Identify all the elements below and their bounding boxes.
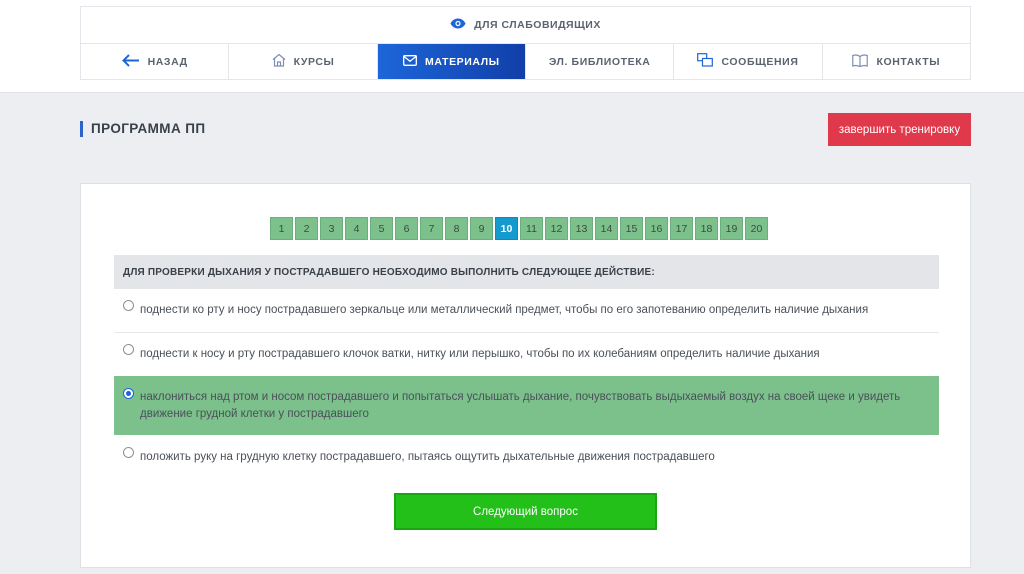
low-vision-toggle[interactable]: ДЛЯ СЛАБОВИДЯЩИХ: [80, 6, 971, 43]
page-button-10[interactable]: 10: [495, 217, 518, 240]
house-icon: [272, 53, 286, 70]
answer-text: поднести ко рту и носу пострадавшего зер…: [140, 303, 869, 316]
page-button-5[interactable]: 5: [370, 217, 393, 240]
next-question-button[interactable]: Следующий вопрос: [394, 493, 657, 530]
radio-button-selected[interactable]: [123, 388, 134, 399]
page-button-18[interactable]: 18: [695, 217, 718, 240]
eye-icon: [450, 18, 466, 32]
page-button-16[interactable]: 16: [645, 217, 668, 240]
divider: [114, 332, 939, 333]
page-button-11[interactable]: 11: [520, 217, 543, 240]
nav-back[interactable]: НАЗАД: [81, 44, 230, 79]
question-pager: 1 2 3 4 5 6 7 8 9 10 11 12 13 14 15 16 1…: [270, 217, 768, 240]
page-button-17[interactable]: 17: [670, 217, 693, 240]
page-button-1[interactable]: 1: [270, 217, 293, 240]
header: ДЛЯ СЛАБОВИДЯЩИХ НАЗАД КУРСЫ МАТЕРИАЛЫ Э…: [0, 0, 1024, 92]
answer-option-2[interactable]: поднести к носу и рту пострадавшего клоч…: [114, 340, 939, 368]
main-nav: НАЗАД КУРСЫ МАТЕРИАЛЫ ЭЛ. БИБЛИОТЕКА СОО…: [80, 43, 971, 80]
low-vision-label: ДЛЯ СЛАБОВИДЯЩИХ: [474, 19, 601, 31]
nav-courses[interactable]: КУРСЫ: [229, 44, 378, 79]
page-button-3[interactable]: 3: [320, 217, 343, 240]
radio-button[interactable]: [123, 300, 134, 311]
page-button-15[interactable]: 15: [620, 217, 643, 240]
arrow-left-icon: [121, 53, 140, 70]
answer-text: поднести к носу и рту пострадавшего клоч…: [140, 347, 820, 360]
nav-materials[interactable]: МАТЕРИАЛЫ: [377, 44, 526, 79]
answer-text: наклониться над ртом и носом пострадавше…: [140, 390, 901, 420]
page-title: ПРОГРАММА ПП: [80, 121, 205, 137]
page-button-2[interactable]: 2: [295, 217, 318, 240]
page-button-12[interactable]: 12: [545, 217, 568, 240]
envelope-icon: [403, 54, 417, 69]
answer-option-3[interactable]: наклониться над ртом и носом пострадавше…: [114, 376, 939, 435]
radio-button[interactable]: [123, 344, 134, 355]
page-button-9[interactable]: 9: [470, 217, 493, 240]
messages-icon: [697, 53, 714, 70]
page-button-4[interactable]: 4: [345, 217, 368, 240]
page-button-20[interactable]: 20: [745, 217, 768, 240]
nav-messages[interactable]: СООБЩЕНИЯ: [674, 44, 823, 79]
nav-contacts[interactable]: КОНТАКТЫ: [823, 44, 970, 79]
question-text: ДЛЯ ПРОВЕРКИ ДЫХАНИЯ У ПОСТРАДАВШЕГО НЕО…: [114, 255, 939, 289]
page-button-7[interactable]: 7: [420, 217, 443, 240]
answer-option-4[interactable]: положить руку на грудную клетку пострада…: [114, 443, 939, 471]
answer-option-1[interactable]: поднести ко рту и носу пострадавшего зер…: [114, 296, 939, 324]
quiz-card: 1 2 3 4 5 6 7 8 9 10 11 12 13 14 15 16 1…: [80, 183, 971, 568]
page-button-19[interactable]: 19: [720, 217, 743, 240]
page-button-13[interactable]: 13: [570, 217, 593, 240]
page-button-6[interactable]: 6: [395, 217, 418, 240]
page-button-14[interactable]: 14: [595, 217, 618, 240]
finish-training-button[interactable]: завершить тренировку: [828, 113, 971, 146]
nav-library[interactable]: ЭЛ. БИБЛИОТЕКА: [526, 44, 675, 79]
book-icon: [852, 54, 869, 70]
answer-text: положить руку на грудную клетку пострада…: [140, 450, 715, 463]
page-button-8[interactable]: 8: [445, 217, 468, 240]
radio-button[interactable]: [123, 447, 134, 458]
